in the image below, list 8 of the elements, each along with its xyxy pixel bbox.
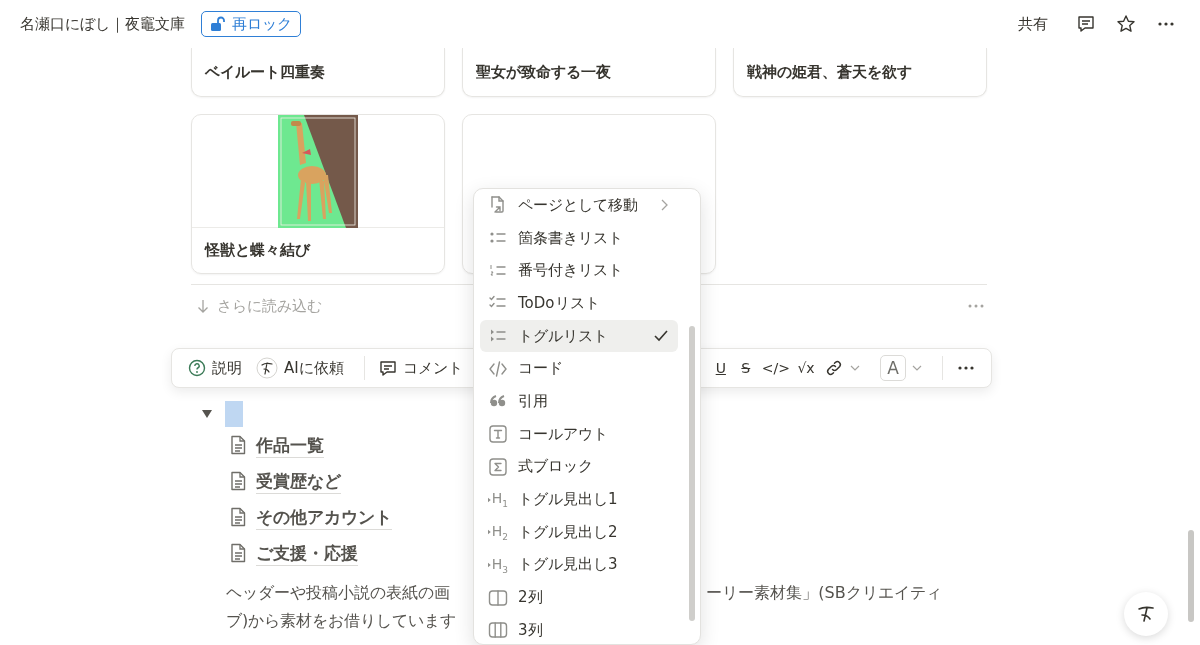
card-title: 聖女が致命する一夜 [476, 62, 612, 82]
card-title: 戦神の姫君、蒼天を欲す [747, 62, 913, 82]
paragraph-text: ーリー素材集」(SBクリエイティ [706, 582, 942, 604]
page-title: 名瀬口にぼし｜夜竈文庫 [20, 14, 185, 34]
card-title: 怪獣と蝶々結び [203, 240, 312, 261]
paragraph-text: ヘッダーや投稿小説の表紙の画 [226, 582, 451, 604]
card-title: ベイルート四重奏 [205, 62, 326, 82]
paragraph-text: ブ)から素材をお借りしています [226, 610, 457, 632]
